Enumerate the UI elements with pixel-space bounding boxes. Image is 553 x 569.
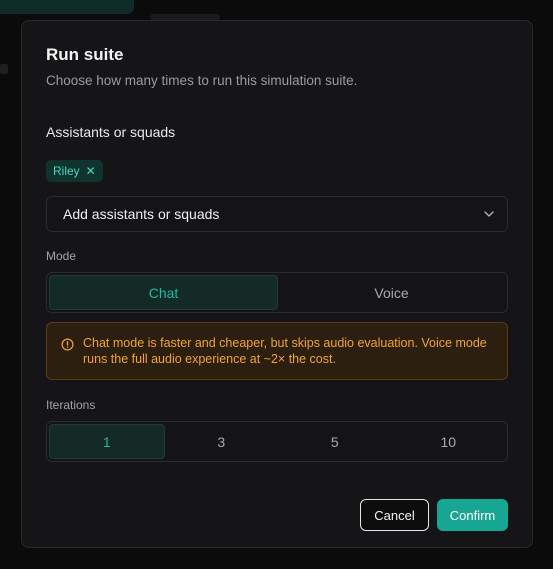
cancel-button[interactable]: Cancel <box>360 499 429 531</box>
background-tab <box>0 0 134 14</box>
iteration-option-1[interactable]: 1 <box>49 424 165 459</box>
mode-option-chat[interactable]: Chat <box>49 275 278 310</box>
iterations-label: Iterations <box>46 398 96 412</box>
iteration-option-3[interactable]: 3 <box>165 424 279 459</box>
mode-toggle: Chat Voice <box>46 272 508 313</box>
confirm-button[interactable]: Confirm <box>437 499 508 531</box>
mode-option-voice[interactable]: Voice <box>278 275 505 310</box>
dialog-footer: Cancel Confirm <box>360 499 508 531</box>
close-icon[interactable]: ✕ <box>86 164 96 178</box>
select-placeholder: Add assistants or squads <box>63 206 220 222</box>
run-suite-dialog: Run suite Choose how many times to run t… <box>21 20 533 548</box>
dialog-title: Run suite <box>46 45 124 64</box>
iteration-option-5[interactable]: 5 <box>278 424 392 459</box>
chevron-down-icon <box>484 211 494 217</box>
mode-warning-banner: Chat mode is faster and cheaper, but ski… <box>46 322 508 380</box>
background-element <box>0 64 8 74</box>
chip-label: Riley <box>53 164 80 178</box>
warning-text: Chat mode is faster and cheaper, but ski… <box>83 336 487 366</box>
assistants-select[interactable]: Add assistants or squads <box>46 196 508 232</box>
iteration-option-10[interactable]: 10 <box>392 424 506 459</box>
alert-circle-icon <box>61 338 74 351</box>
assistant-chip-riley: Riley ✕ <box>46 160 103 182</box>
mode-label: Mode <box>46 249 77 263</box>
dialog-subtitle: Choose how many times to run this simula… <box>46 73 358 88</box>
assistants-label: Assistants or squads <box>46 124 176 140</box>
iterations-toggle: 1 3 5 10 <box>46 421 508 462</box>
